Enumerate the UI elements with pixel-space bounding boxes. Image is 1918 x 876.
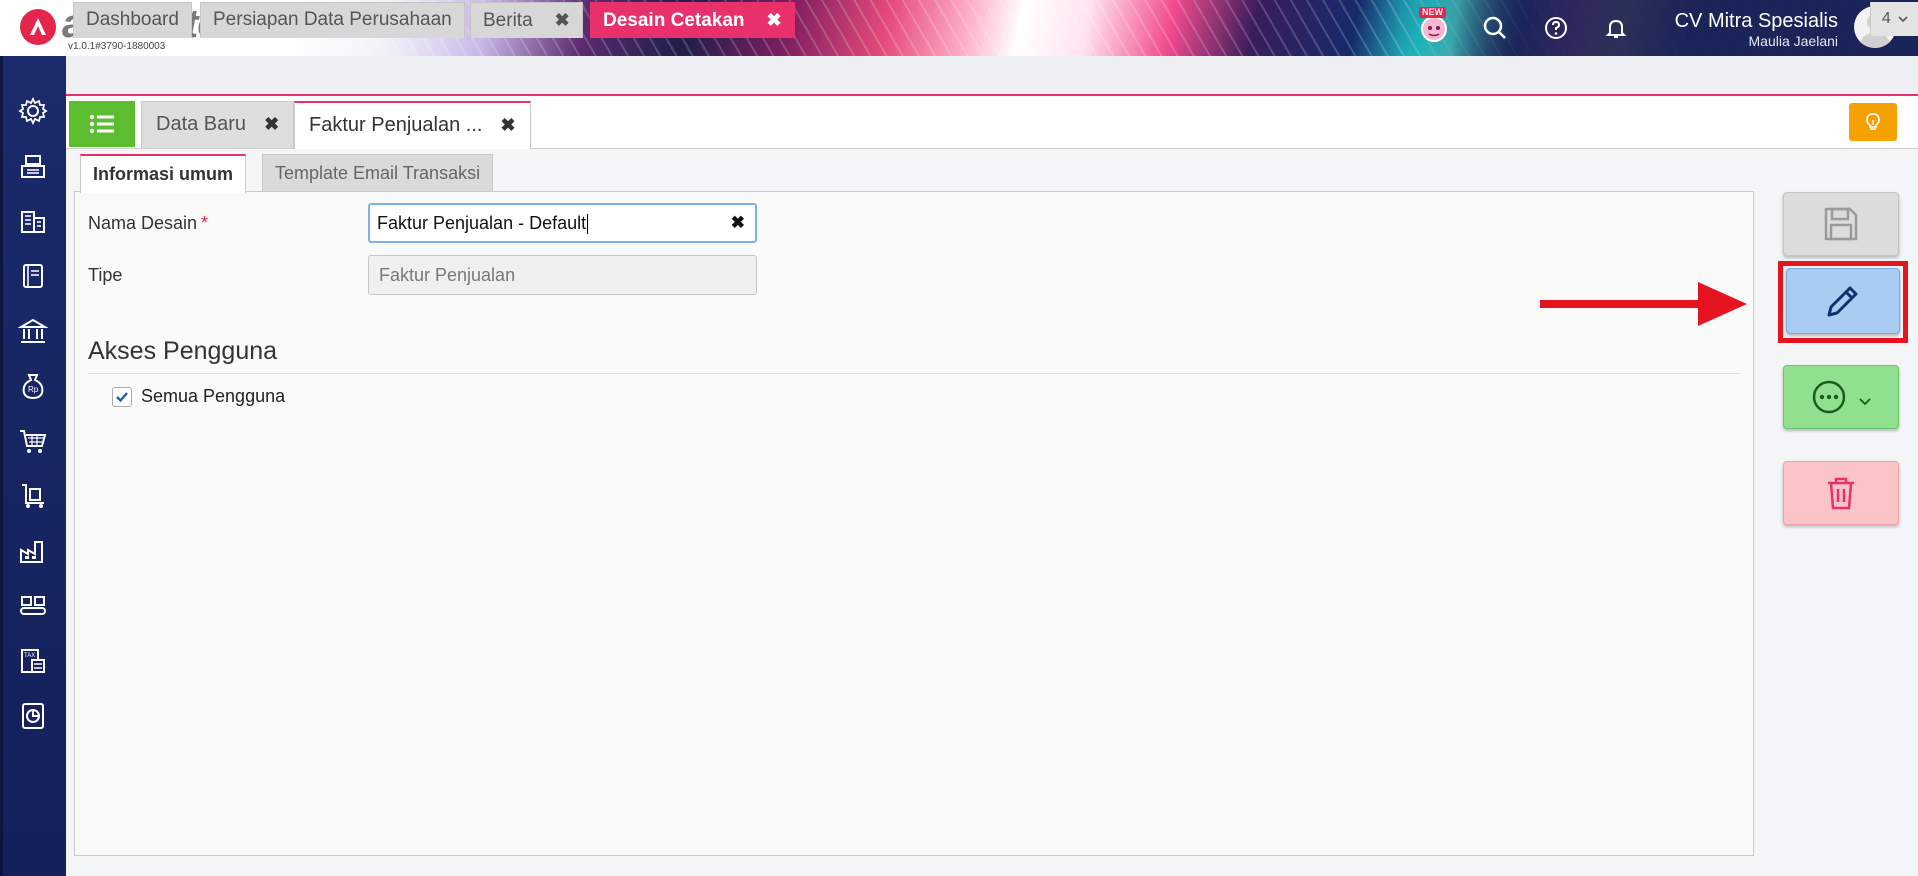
- close-icon[interactable]: ✖: [767, 10, 782, 30]
- akses-pengguna-heading: Akses Pengguna: [88, 337, 278, 365]
- list-icon: [89, 114, 114, 134]
- delivery-cart-icon[interactable]: [13, 476, 53, 516]
- ledger-book-icon[interactable]: [13, 256, 53, 296]
- new-badge: NEW: [1419, 7, 1446, 18]
- money-bag-icon[interactable]: Rp: [13, 366, 53, 406]
- subtab-faktur-penjualan[interactable]: Faktur Penjualan ... ✖: [294, 101, 531, 149]
- search-icon[interactable]: [1479, 12, 1511, 44]
- tab-label: Persiapan Data Perusahaan: [213, 9, 452, 30]
- bank-icon[interactable]: [13, 311, 53, 351]
- edit-button[interactable]: [1786, 268, 1900, 334]
- nama-desain-label: Nama Desain *: [88, 213, 209, 233]
- tab-persiapan-data-perusahaan[interactable]: Persiapan Data Perusahaan: [200, 2, 465, 38]
- more-actions-button[interactable]: [1783, 365, 1899, 429]
- clear-icon[interactable]: ✖: [731, 205, 745, 241]
- conveyor-icon[interactable]: [13, 586, 53, 626]
- subtab-label: Faktur Penjualan ...: [309, 114, 483, 136]
- nama-desain-input[interactable]: Faktur Penjualan - Default ✖: [368, 203, 757, 243]
- tab-desain-cetakan[interactable]: Desain Cetakan ✖: [590, 2, 795, 38]
- delete-button[interactable]: [1783, 461, 1899, 525]
- checkmark-icon: [116, 392, 128, 403]
- tips-button[interactable]: [1849, 103, 1897, 141]
- buildings-icon[interactable]: [13, 201, 53, 241]
- lightbulb-icon: [1866, 113, 1880, 130]
- semua-pengguna-label: Semua Pengguna: [141, 386, 286, 406]
- inner-tab-label: Informasi umum: [93, 164, 234, 184]
- cash-register-icon[interactable]: [13, 146, 53, 186]
- svg-text:TAX: TAX: [24, 653, 35, 659]
- accurate-logo-icon[interactable]: [20, 9, 56, 45]
- tab-informasi-umum[interactable]: Informasi umum: [80, 154, 247, 193]
- chevron-down-icon: [1898, 16, 1908, 23]
- list-view-button[interactable]: [69, 101, 135, 147]
- close-icon[interactable]: ✖: [555, 10, 570, 30]
- left-sidebar: Rp TAX: [0, 56, 66, 876]
- nama-desain-value: Faktur Penjualan - Default: [377, 213, 587, 233]
- tab-label: Berita: [483, 10, 533, 31]
- tab-count-dropdown[interactable]: 4: [1870, 2, 1918, 36]
- more-icon: [1812, 380, 1846, 414]
- tab-label: Desain Cetakan: [603, 10, 745, 31]
- subtab-label: Data Baru: [156, 113, 247, 135]
- gear-icon[interactable]: [13, 91, 53, 131]
- close-icon[interactable]: ✖: [264, 114, 279, 134]
- tab-count-value: 4: [1881, 10, 1891, 27]
- help-icon[interactable]: [1540, 12, 1572, 44]
- main-tab-bar: [66, 56, 1918, 96]
- svg-text:Rp: Rp: [28, 385, 39, 394]
- pencil-icon: [1827, 286, 1858, 317]
- version-text: v1.0.1#3790-1880003: [68, 41, 166, 52]
- tab-label: Dashboard: [86, 9, 179, 30]
- close-icon[interactable]: ✖: [500, 115, 515, 135]
- company-name: CV Mitra Spesialis: [1674, 10, 1838, 32]
- semua-pengguna-checkbox[interactable]: [112, 387, 132, 407]
- shopping-cart-icon[interactable]: [13, 421, 53, 461]
- company-info[interactable]: CV Mitra Spesialis Maulia Jaelani: [1675, 9, 1838, 50]
- factory-icon[interactable]: [13, 531, 53, 571]
- tab-dashboard[interactable]: Dashboard: [73, 2, 192, 38]
- required-mark: *: [201, 213, 209, 233]
- tipe-field: Faktur Penjualan: [368, 255, 757, 295]
- annotation-arrow-icon: [1540, 282, 1747, 326]
- trash-icon: [1828, 477, 1854, 510]
- tipe-value: Faktur Penjualan: [379, 265, 516, 285]
- subtab-data-baru[interactable]: Data Baru ✖: [141, 101, 295, 148]
- inner-tab-label: Template Email Transaksi: [275, 163, 481, 183]
- chevron-down-icon: [1859, 398, 1871, 406]
- save-icon: [1824, 207, 1858, 241]
- report-chart-icon[interactable]: [13, 696, 53, 736]
- save-button[interactable]: [1783, 192, 1899, 256]
- form-panel: [74, 191, 1754, 856]
- bell-icon[interactable]: [1600, 12, 1632, 44]
- tab-template-email-transaksi[interactable]: Template Email Transaksi: [262, 154, 494, 192]
- tax-document-icon[interactable]: TAX: [13, 641, 53, 681]
- user-name: Maulia Jaelani: [1748, 33, 1839, 49]
- tab-berita[interactable]: Berita ✖: [470, 2, 583, 38]
- section-divider: [88, 373, 1740, 374]
- tipe-label: Tipe: [88, 265, 123, 285]
